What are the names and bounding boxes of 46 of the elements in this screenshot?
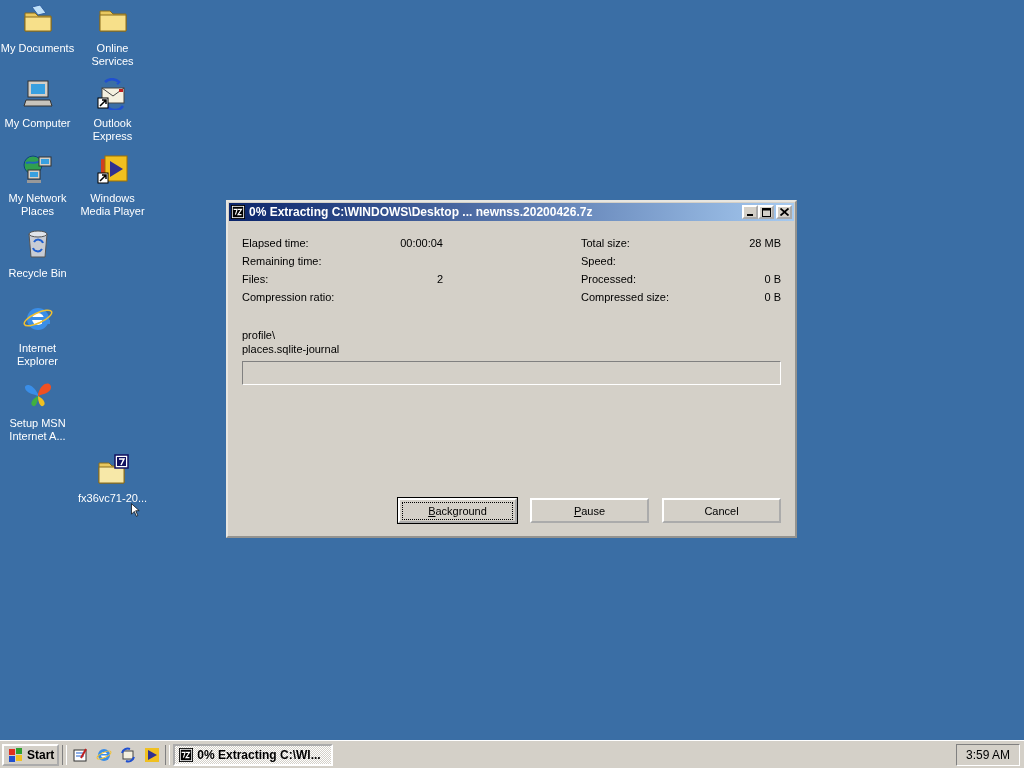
file-path: places.sqlite-journal [242,342,341,356]
icon-label[interactable]: Windows Media Player [75,192,150,218]
notepad-icon [72,746,89,763]
dialog-button[interactable]: Cancel [662,498,781,523]
icon-label[interactable]: My Computer [4,117,71,130]
icon-label[interactable]: Recycle Bin [8,267,67,280]
arrows-icon [120,746,137,763]
play-icon [144,746,161,763]
file-path: profile\ [242,328,277,342]
stat-label: Remaining time: [242,255,323,269]
minimize-icon [747,213,753,216]
stat-label: Total size: [581,237,631,251]
icon-label[interactable]: fx36vc71-20... [77,492,148,505]
icon-label[interactable]: Outlook Express [75,117,150,143]
stat-label: Files: [242,273,270,287]
windows-flag-icon [7,746,25,763]
maximize-button[interactable] [758,205,774,219]
stat-value: 0 B [763,273,781,287]
stat-label: Speed: [581,255,617,269]
window-title: 0% Extracting C:\WINDOWS\Desktop ... newnss.20200426.7z [249,205,594,219]
stat-label: Elapsed time: [242,237,310,251]
stat-label: Processed: [581,273,638,287]
app-icon [231,205,245,219]
mouse-cursor-icon [128,503,142,517]
taskbar-button[interactable]: 0% Extracting C:\WI... [173,743,334,766]
minimize-button[interactable] [742,205,758,219]
close-icon [779,208,789,216]
stat-value: 00:00:04 [399,237,443,251]
clock: 3:59 AM [956,743,1020,766]
stat-value: 0 B [763,291,781,305]
stat-value: 2 [435,273,443,287]
dialog-button[interactable]: Background [398,498,517,523]
browser-e-icon [96,746,113,763]
icon-label[interactable]: My Network Places [0,192,75,218]
stat-value: 28 MB [748,237,781,251]
icon-label[interactable]: Internet Explorer [0,342,75,368]
close-button[interactable] [776,205,792,219]
icon-label[interactable]: My Documents [0,42,75,55]
app-icon [178,747,195,762]
dialog-button[interactable]: Pause [530,498,649,523]
icon-label[interactable]: Setup MSN Internet A... [0,417,75,443]
stat-label: Compression ratio: [242,291,336,305]
maximize-icon [761,207,771,217]
start-button[interactable]: Start [2,743,60,766]
stat-label: Compressed size: [581,291,671,305]
icon-label[interactable]: Online Services [75,42,150,68]
